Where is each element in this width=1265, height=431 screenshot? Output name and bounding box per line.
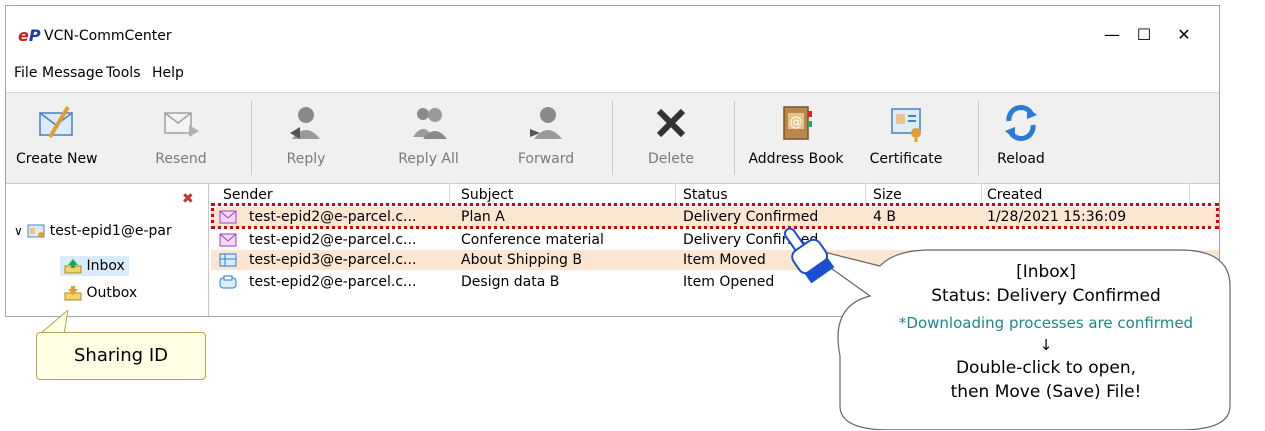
opened-item-icon xyxy=(219,275,237,289)
inbox-icon xyxy=(64,259,82,274)
create-new-button[interactable]: Create New xyxy=(16,93,98,183)
column-status[interactable]: Status xyxy=(683,187,728,203)
account-label: test-epid1@e-par xyxy=(49,223,172,239)
resend-button[interactable]: Resend xyxy=(146,93,216,183)
menu-message[interactable]: Message xyxy=(42,65,103,81)
close-pane-icon[interactable]: ✖ xyxy=(182,191,194,207)
forward-button[interactable]: Forward xyxy=(511,93,581,183)
bubble-note: *Downloading processes are confirmed xyxy=(898,314,1194,332)
column-divider xyxy=(981,183,982,205)
column-sender[interactable]: Sender xyxy=(223,187,273,203)
cell-subject: Design data B xyxy=(461,274,560,290)
resend-label: Resend xyxy=(155,151,207,167)
column-subject[interactable]: Subject xyxy=(461,187,513,203)
moved-item-icon xyxy=(219,253,237,267)
svg-text:@: @ xyxy=(790,115,803,130)
forward-label: Forward xyxy=(517,151,575,167)
reload-label: Reload xyxy=(997,151,1045,167)
toolbar-separator xyxy=(734,101,735,175)
create-new-icon xyxy=(39,105,73,139)
app-logo-icon: eP xyxy=(18,26,41,45)
toolbar-separator xyxy=(251,101,252,175)
column-divider xyxy=(449,183,450,205)
bubble-instruction-2: then Move (Save) File! xyxy=(950,382,1142,402)
column-created[interactable]: Created xyxy=(987,187,1042,203)
forward-icon xyxy=(530,107,562,139)
bubble-arrow: ↓ xyxy=(1039,336,1053,354)
reply-icon xyxy=(290,107,320,139)
outbox-label: Outbox xyxy=(86,285,138,301)
reload-icon xyxy=(1005,105,1037,141)
cell-sender: test-epid2@e-parcel.c... xyxy=(249,274,417,290)
delete-label: Delete xyxy=(648,151,694,167)
sharing-id-label: Sharing ID xyxy=(74,345,168,366)
bubble-title: [Inbox] xyxy=(1016,262,1076,282)
close-button[interactable]: ✕ xyxy=(1168,20,1200,48)
reload-button[interactable]: Reload xyxy=(991,93,1051,183)
logo-letter-p: P xyxy=(28,26,41,45)
logo-letter-e: e xyxy=(18,26,29,45)
menu-file[interactable]: File xyxy=(14,65,37,81)
certificate-label: Certificate xyxy=(869,151,943,167)
toolbar-separator xyxy=(978,101,979,175)
menu-help[interactable]: Help xyxy=(152,65,184,81)
menu-tools[interactable]: Tools xyxy=(106,65,141,81)
maximize-button[interactable]: ☐ xyxy=(1128,20,1160,48)
inbox-label: Inbox xyxy=(86,258,125,274)
delete-icon xyxy=(656,108,686,138)
address-book-label: Address Book xyxy=(748,151,844,167)
reply-button[interactable]: Reply xyxy=(276,93,336,183)
address-book-icon: @ xyxy=(783,106,812,140)
minimize-button[interactable]: — xyxy=(1096,20,1128,48)
window-title: VCN-CommCenter xyxy=(44,28,172,44)
certificate-button[interactable]: Certificate xyxy=(866,93,946,183)
tree-account-node[interactable]: ∨ test-epid1@e-par xyxy=(14,223,172,239)
sharing-id-callout: Sharing ID xyxy=(36,332,206,380)
folder-tree: ✖ ∨ test-epid1@e-par Inbox Outbox xyxy=(6,183,209,316)
cell-sender: test-epid2@e-parcel.c... xyxy=(249,232,417,248)
expand-icon[interactable]: ∨ xyxy=(14,224,23,238)
create-new-label: Create New xyxy=(16,151,98,167)
resend-icon xyxy=(164,112,199,137)
menu-bar: File Message Tools Help xyxy=(6,58,1219,88)
column-size[interactable]: Size xyxy=(873,187,902,203)
callout-pointer xyxy=(39,310,69,334)
title-bar: eP VCN-CommCenter — ☐ ✕ xyxy=(6,6,1219,58)
address-book-button[interactable]: @ Address Book xyxy=(741,93,851,183)
minimize-icon: — xyxy=(1104,24,1120,44)
tree-node-outbox[interactable]: Outbox xyxy=(60,283,141,303)
cell-subject: About Shipping B xyxy=(461,252,582,268)
cell-sender: test-epid3@e-parcel.c... xyxy=(249,252,417,268)
bubble-status: Status: Delivery Confirmed xyxy=(931,286,1161,306)
pointing-hand-icon xyxy=(783,227,835,284)
bubble-instruction-1: Double-click to open, xyxy=(955,358,1137,378)
column-divider xyxy=(1189,183,1190,205)
list-header: Sender Subject Status Size Created xyxy=(211,183,1219,205)
certificate-icon xyxy=(891,108,921,142)
reply-all-button[interactable]: Reply All xyxy=(391,93,466,183)
toolbar-separator xyxy=(612,101,613,175)
column-divider xyxy=(865,183,866,205)
cell-subject: Conference material xyxy=(461,232,604,248)
maximize-icon: ☐ xyxy=(1136,24,1152,44)
toolbar: Create New Resend Reply Reply All Forwar… xyxy=(6,92,1219,184)
reply-label: Reply xyxy=(286,151,326,167)
outbox-icon xyxy=(64,286,82,301)
info-bubble: [Inbox] Status: Delivery Confirmed *Down… xyxy=(835,248,1257,431)
delete-button[interactable]: Delete xyxy=(641,93,701,183)
column-divider xyxy=(675,183,676,205)
reply-all-icon xyxy=(412,108,447,139)
envelope-icon xyxy=(219,233,237,247)
close-icon: ✕ xyxy=(1177,24,1191,44)
tree-node-inbox[interactable]: Inbox xyxy=(60,256,129,276)
reply-all-label: Reply All xyxy=(398,151,459,167)
account-icon xyxy=(27,224,45,238)
